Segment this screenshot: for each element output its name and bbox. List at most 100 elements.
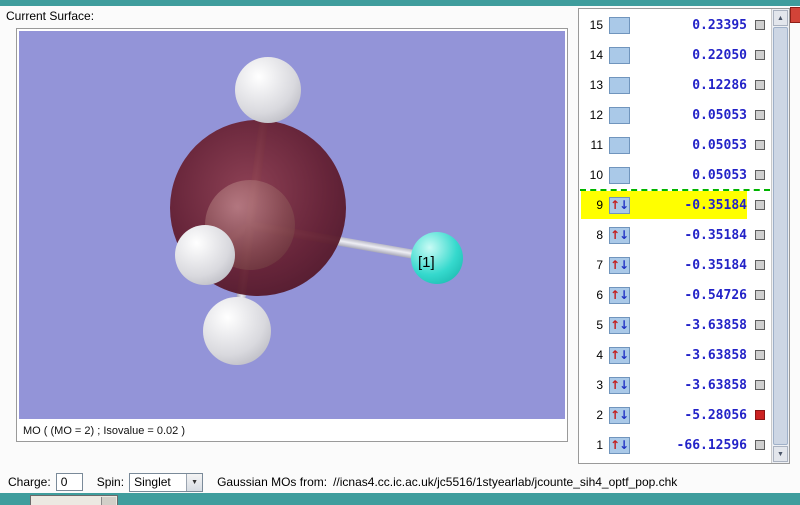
atom-number-label: [1] (418, 254, 435, 271)
occupied-orbital-icon[interactable]: ↑ ↓ (609, 406, 630, 424)
occupied-orbital-icon[interactable]: ↑ ↓ (609, 436, 630, 454)
mo-list-panel: 15 0.23395 14 0.22050 13 0.12286 12 0.05053 11 0.… (578, 8, 790, 464)
occupied-orbital-icon[interactable]: ↑ ↓ (609, 196, 630, 214)
mo-energy-value: -0.54726 (684, 287, 747, 303)
virtual-orbital-icon[interactable] (609, 76, 630, 94)
down-arrow-icon: ↓ (619, 408, 630, 422)
down-arrow-icon: ↓ (619, 318, 630, 332)
mo-energy-value: -3.63858 (684, 347, 747, 363)
mo-row-8[interactable]: 8 ↑ ↓ -0.35184 (580, 220, 770, 250)
mo-select-checkbox[interactable] (755, 290, 765, 300)
mo-row-14[interactable]: 14 0.22050 (580, 40, 770, 70)
charge-input[interactable] (55, 473, 83, 491)
mo-row-7[interactable]: 7 ↑ ↓ -0.35184 (580, 250, 770, 280)
mo-select-checkbox[interactable] (755, 140, 765, 150)
hydrogen-atom-top[interactable] (235, 57, 301, 123)
scrollbar-thumb[interactable] (773, 27, 788, 445)
mo-row-number: 14 (589, 48, 603, 62)
mo-select-checkbox[interactable] (755, 50, 765, 60)
occupied-orbital-icon[interactable]: ↑ ↓ (609, 376, 630, 394)
hydrogen-atom-bottom[interactable] (203, 297, 271, 365)
mo-select-checkbox[interactable] (755, 230, 765, 240)
molecule-viewport-panel: [1] MO ( (MO = 2) ; Isovalue = 0.02 ) (16, 28, 568, 442)
occupied-orbital-icon[interactable]: ↑ ↓ (609, 226, 630, 244)
occupied-orbital-icon[interactable]: ↑ ↓ (609, 346, 630, 364)
mo-row-number: 4 (596, 348, 603, 362)
mo-row-12[interactable]: 12 0.05053 (580, 100, 770, 130)
mo-energy-value: -0.35184 (684, 227, 747, 243)
chevron-down-icon[interactable]: ▼ (186, 473, 203, 491)
mo-energy-value: -0.35184 (684, 257, 747, 273)
mo-energy-value: -3.63858 (684, 377, 747, 393)
scroll-down-button[interactable]: ▼ (773, 446, 788, 462)
mo-row-number: 5 (596, 318, 603, 332)
mo-caption: MO ( (MO = 2) ; Isovalue = 0.02 ) (23, 425, 185, 437)
mo-row-1[interactable]: 1 ↑ ↓ -66.12596 (580, 430, 770, 460)
mo-row-11[interactable]: 11 0.05053 (580, 130, 770, 160)
mo-select-checkbox[interactable] (755, 20, 765, 30)
down-arrow-icon: ↓ (619, 348, 630, 362)
down-arrow-icon: ↓ (619, 258, 630, 272)
spin-selected-value: Singlet (134, 475, 171, 489)
mo-select-checkbox[interactable] (755, 380, 765, 390)
homo-lumo-separator (580, 189, 770, 191)
mo-row-number: 11 (590, 138, 603, 152)
mo-energy-value: 0.22050 (692, 47, 747, 63)
mo-energy-value: -66.12596 (676, 437, 747, 453)
occupied-orbital-icon[interactable]: ↑ ↓ (609, 316, 630, 334)
down-arrow-icon: ↓ (619, 438, 630, 452)
partial-combobox[interactable] (30, 495, 118, 505)
virtual-orbital-icon[interactable] (609, 46, 630, 64)
mo-row-number: 6 (596, 288, 603, 302)
mo-row-number: 9 (596, 198, 603, 212)
virtual-orbital-icon[interactable] (609, 136, 630, 154)
mo-select-checkbox[interactable] (755, 440, 765, 450)
molecule-3d-view[interactable]: [1] (19, 31, 565, 419)
mo-row-4[interactable]: 4 ↑ ↓ -3.63858 (580, 340, 770, 370)
mo-row-6[interactable]: 6 ↑ ↓ -0.54726 (580, 280, 770, 310)
mo-select-checkbox[interactable] (755, 110, 765, 120)
mo-energy-value: 0.23395 (692, 17, 747, 33)
mo-row-15[interactable]: 15 0.23395 (580, 10, 770, 40)
hydrogen-atom-left[interactable] (175, 225, 235, 285)
desktop-background: Current Surface: [1] MO ( (MO = 2) ; Iso… (0, 0, 800, 505)
mo-row-3[interactable]: 3 ↑ ↓ -3.63858 (580, 370, 770, 400)
mo-row-number: 7 (596, 258, 603, 272)
mo-energy-value: -3.63858 (684, 317, 747, 333)
mo-row-13[interactable]: 13 0.12286 (580, 70, 770, 100)
mo-select-checkbox[interactable] (755, 320, 765, 330)
virtual-orbital-icon[interactable] (609, 106, 630, 124)
mo-list-scrollbar[interactable]: ▲ ▼ (771, 9, 789, 463)
current-surface-label: Current Surface: (6, 9, 95, 23)
mo-row-5[interactable]: 5 ↑ ↓ -3.63858 (580, 310, 770, 340)
mo-row-2[interactable]: 2 ↑ ↓ -5.28056 (580, 400, 770, 430)
mo-select-checkbox[interactable] (755, 350, 765, 360)
spin-label: Spin: (96, 475, 125, 489)
mo-select-checkbox[interactable] (755, 170, 765, 180)
occupied-orbital-icon[interactable]: ↑ ↓ (609, 286, 630, 304)
close-button-partial[interactable] (790, 7, 800, 23)
spin-select[interactable]: Singlet ▼ (129, 472, 204, 492)
occupied-orbital-icon[interactable]: ↑ ↓ (609, 256, 630, 274)
mo-select-checkbox[interactable] (755, 410, 765, 420)
mo-row-number: 10 (589, 168, 603, 182)
down-arrow-icon: ↓ (619, 288, 630, 302)
mo-select-checkbox[interactable] (755, 200, 765, 210)
virtual-orbital-icon[interactable] (609, 166, 630, 184)
mo-energy-value: 0.05053 (692, 107, 747, 123)
mo-energy-value: 0.05053 (692, 167, 747, 183)
mo-energy-value: 0.12286 (692, 77, 747, 93)
mo-select-checkbox[interactable] (755, 260, 765, 270)
mo-row-10[interactable]: 10 0.05053 (580, 160, 770, 190)
mo-row-number: 8 (596, 228, 603, 242)
arrow-down-icon: ▼ (777, 450, 784, 458)
virtual-orbital-icon[interactable] (609, 16, 630, 34)
scroll-up-button[interactable]: ▲ (773, 10, 788, 26)
arrow-up-icon: ▲ (777, 14, 784, 22)
mo-row-number: 12 (589, 108, 603, 122)
mo-select-checkbox[interactable] (755, 80, 765, 90)
mo-energy-value: -0.35184 (684, 197, 747, 213)
mo-row-9[interactable]: 9 ↑ ↓ -0.35184 (580, 189, 770, 220)
mos-dialog-window: Current Surface: [1] MO ( (MO = 2) ; Iso… (0, 6, 800, 493)
mo-row-number: 2 (596, 408, 603, 422)
